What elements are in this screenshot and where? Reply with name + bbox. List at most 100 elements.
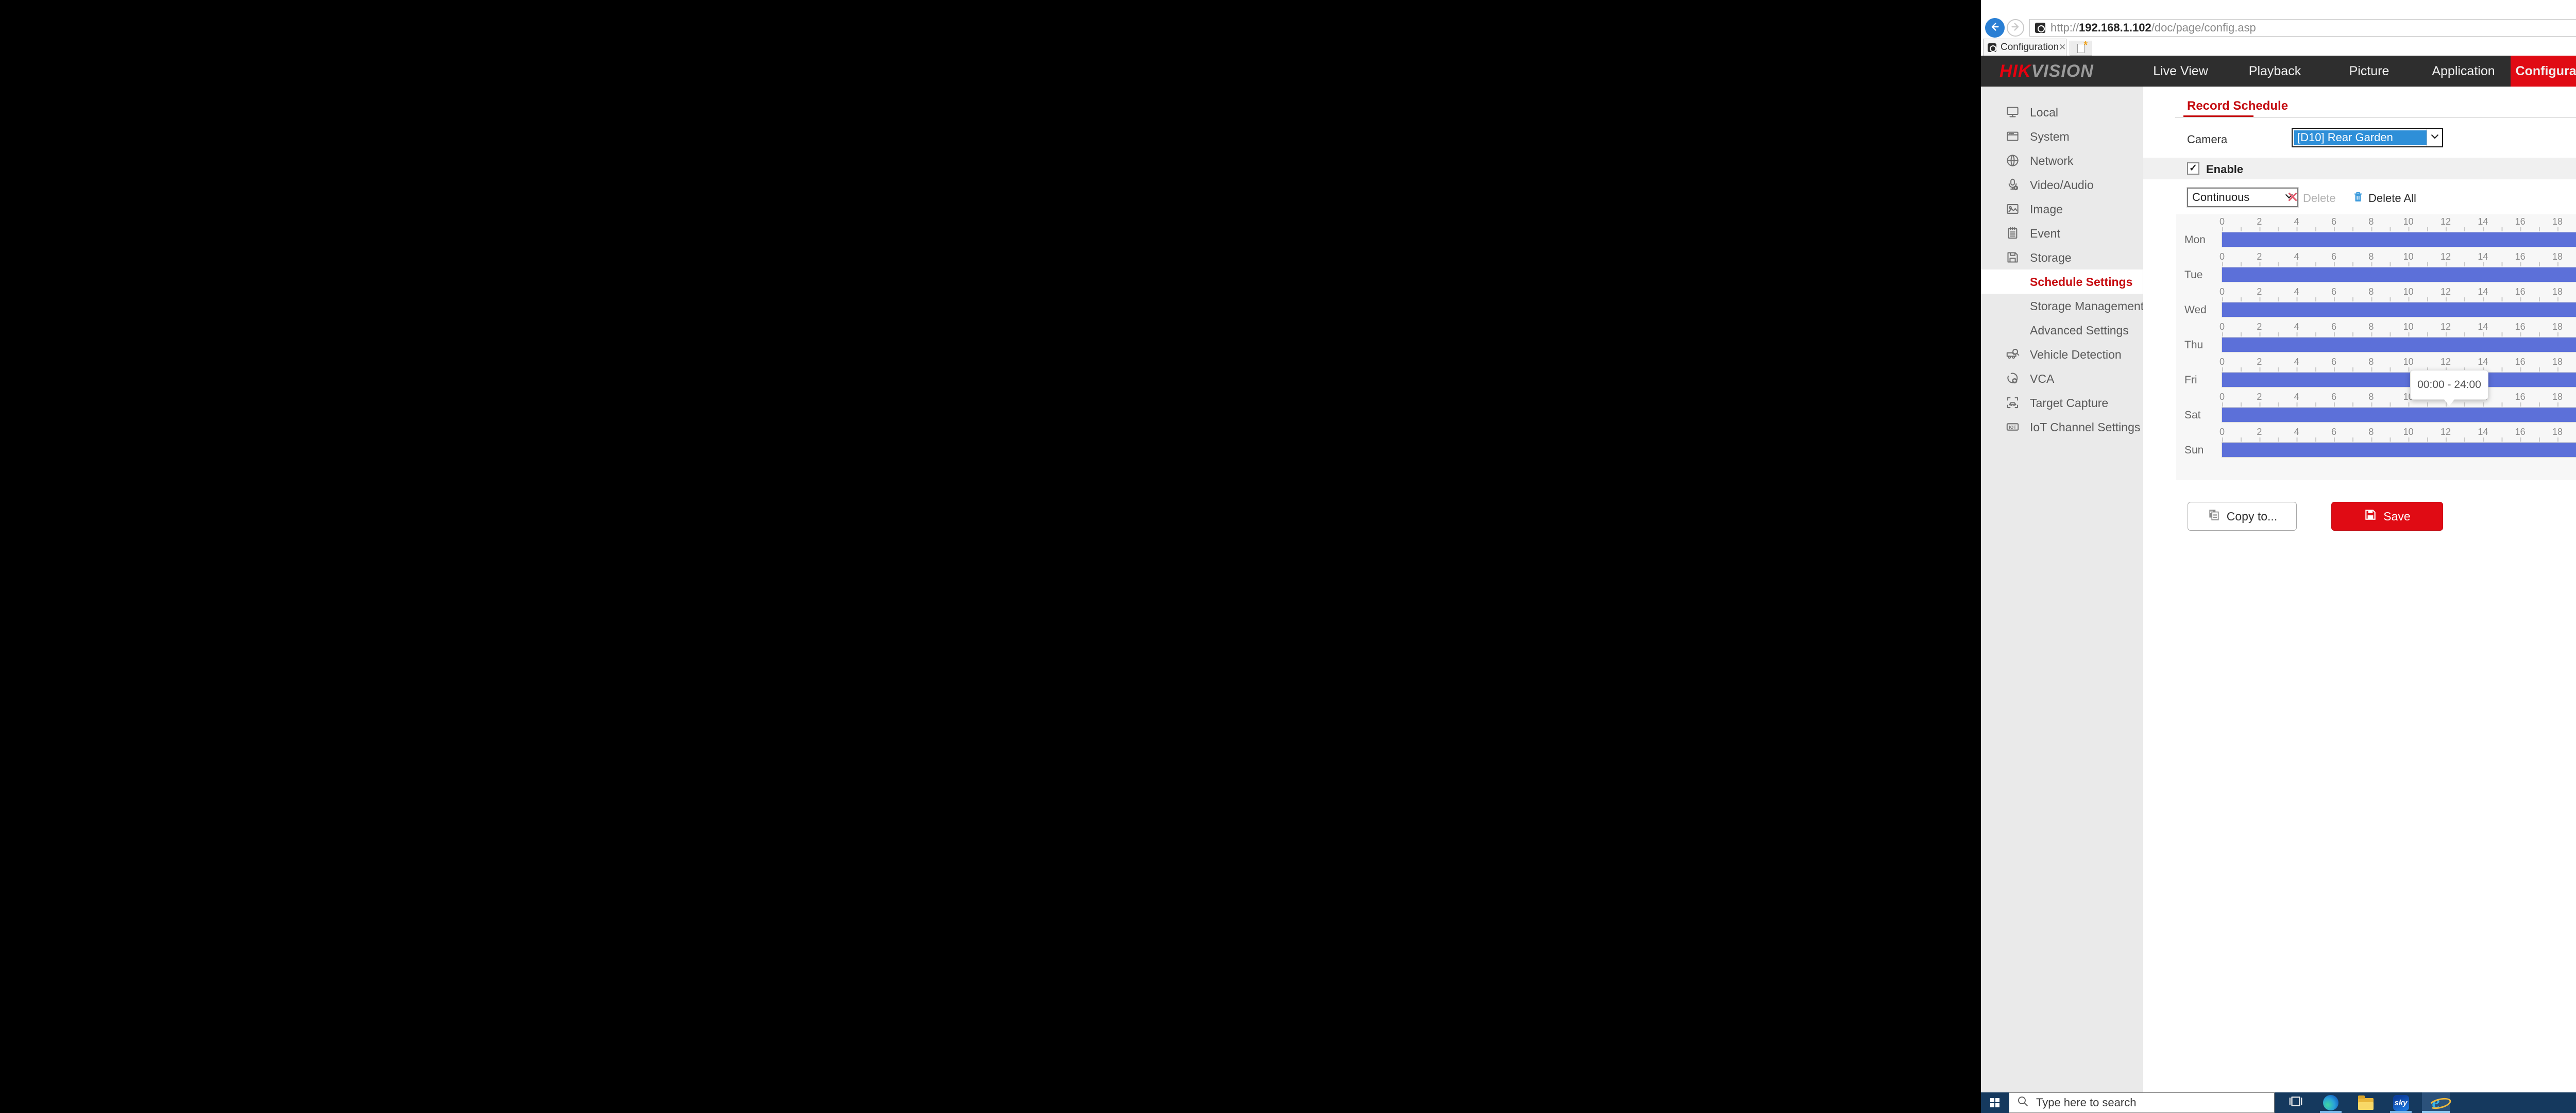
address-bar[interactable]: http://192.168.1.102/doc/page/config.asp xyxy=(2029,19,2576,37)
sidebar-item-label: Image xyxy=(2030,203,2063,216)
hour-label: 16 xyxy=(2515,427,2526,437)
save-button[interactable]: Save xyxy=(2331,502,2443,531)
sidebar-item-system[interactable]: System xyxy=(1981,124,2143,148)
sidebar-item-storage-management[interactable]: Storage Management xyxy=(1981,294,2143,318)
hour-label: 6 xyxy=(2331,392,2336,402)
schedule-track[interactable] xyxy=(2222,442,2576,458)
schedule-segment-continuous[interactable] xyxy=(2222,232,2576,247)
camera-select-arrow[interactable] xyxy=(2427,129,2442,146)
browser-tab[interactable]: Configuration ✕ xyxy=(1983,39,2066,56)
delete-all-button[interactable]: Delete All xyxy=(2352,191,2416,206)
hour-label: 6 xyxy=(2331,357,2336,367)
schedule-segment-continuous[interactable] xyxy=(2222,302,2576,317)
taskbar-search-input[interactable]: Type here to search xyxy=(2009,1092,2275,1113)
delete-x-icon xyxy=(2286,191,2299,206)
hour-label: 8 xyxy=(2368,392,2374,402)
tab-record-schedule[interactable]: Record Schedule xyxy=(2187,99,2288,113)
sidebar-item-network[interactable]: Network xyxy=(1981,148,2143,173)
sky-taskbar-button[interactable]: sky xyxy=(2387,1092,2415,1113)
taskbar-apps: skye xyxy=(2275,1092,2450,1113)
hour-label: 4 xyxy=(2294,357,2299,367)
nav-item-playback[interactable]: Playback xyxy=(2228,56,2322,87)
start-button[interactable] xyxy=(1981,1092,2009,1113)
nav-item-application[interactable]: Application xyxy=(2416,56,2511,87)
sidebar-item-iot-channel-settings[interactable]: IOTIoT Channel Settings xyxy=(1981,415,2143,439)
hour-label: 12 xyxy=(2441,251,2451,262)
sidebar-item-local[interactable]: Local xyxy=(1981,100,2143,124)
schedule-row-wed[interactable]: 024681012141618202224Wed xyxy=(2176,286,2576,322)
sidebar-item-vca[interactable]: VCA xyxy=(1981,366,2143,391)
hour-label: 8 xyxy=(2368,286,2374,297)
sidebar-item-label: Video/Audio xyxy=(2030,178,2094,192)
hour-label: 0 xyxy=(2219,392,2225,402)
tab-close-icon[interactable]: ✕ xyxy=(2059,42,2066,53)
record-type-select[interactable]: Continuous xyxy=(2187,188,2298,207)
new-tab-button[interactable] xyxy=(2070,41,2092,56)
forward-button[interactable] xyxy=(2007,19,2024,37)
schedule-row-thu[interactable]: 024681012141618202224Thu xyxy=(2176,322,2576,357)
schedule-track[interactable] xyxy=(2222,372,2576,387)
schedule-segment-continuous[interactable] xyxy=(2222,267,2576,282)
sidebar-item-label: Storage xyxy=(2030,251,2072,265)
day-label: Tue xyxy=(2184,269,2202,281)
sidebar-item-vehicle-detection[interactable]: Vehicle Detection xyxy=(1981,342,2143,366)
schedule-track[interactable] xyxy=(2222,407,2576,423)
hour-label: 16 xyxy=(2515,216,2526,227)
delete-button[interactable]: Delete xyxy=(2286,191,2336,206)
schedule-row-mon[interactable]: 024681012141618202224Mon xyxy=(2176,216,2576,251)
hour-label: 0 xyxy=(2219,216,2225,227)
schedule-segment-continuous[interactable] xyxy=(2222,443,2576,457)
schedule-track[interactable] xyxy=(2222,302,2576,317)
copy-to-button[interactable]: Copy to... xyxy=(2188,502,2297,531)
schedule-segment-continuous[interactable] xyxy=(2222,338,2576,352)
sidebar-item-target-capture[interactable]: Target Capture xyxy=(1981,391,2143,415)
mic-icon xyxy=(2006,178,2020,192)
nav-item-picture[interactable]: Picture xyxy=(2322,56,2416,87)
new-tab-icon xyxy=(2077,44,2084,53)
globe-icon xyxy=(2006,154,2020,167)
nav-item-configuration[interactable]: Configuration xyxy=(2511,56,2576,87)
back-button[interactable] xyxy=(1985,18,2005,38)
nav-item-live-view[interactable]: Live View xyxy=(2133,56,2228,87)
hour-label: 18 xyxy=(2552,357,2563,367)
schedule-row-sun[interactable]: 024681012141618202224Sun xyxy=(2176,427,2576,462)
schedule-row-fri[interactable]: 024681012141618202224Fri xyxy=(2176,357,2576,392)
tab-divider xyxy=(2175,117,2576,118)
schedule-track[interactable] xyxy=(2222,267,2576,282)
enable-checkbox[interactable]: ✓ xyxy=(2187,162,2199,175)
sidebar-item-video-audio[interactable]: Video/Audio xyxy=(1981,173,2143,197)
sidebar-item-image[interactable]: Image xyxy=(1981,197,2143,221)
day-label: Fri xyxy=(2184,374,2197,386)
schedule-row-sat[interactable]: 024681012141618202224Sat xyxy=(2176,392,2576,427)
hour-label: 18 xyxy=(2552,427,2563,437)
copyright-text: ©2020 Hikvision Digital Technology Co., … xyxy=(2143,1059,2576,1072)
hour-label: 0 xyxy=(2219,322,2225,332)
task-view-taskbar-button[interactable] xyxy=(2282,1092,2310,1113)
internet-explorer-taskbar-button[interactable]: e xyxy=(2422,1092,2450,1113)
sidebar-item-label: Event xyxy=(2030,227,2060,241)
edge-icon xyxy=(2323,1095,2338,1110)
sidebar-item-storage[interactable]: Storage xyxy=(1981,245,2143,269)
sidebar-item-schedule-settings[interactable]: Schedule Settings xyxy=(1981,269,2143,294)
edge-taskbar-button[interactable] xyxy=(2317,1092,2345,1113)
schedule-row-tue[interactable]: 024681012141618202224Tue xyxy=(2176,251,2576,286)
task-view-icon xyxy=(2288,1094,2303,1112)
hour-label: 18 xyxy=(2552,286,2563,297)
file-explorer-taskbar-button[interactable] xyxy=(2352,1092,2380,1113)
schedule-grid[interactable]: 024681012141618202224Mon0246810121416182… xyxy=(2176,214,2576,480)
schedule-segment-continuous[interactable] xyxy=(2222,408,2576,422)
browser-window: http://192.168.1.102/doc/page/config.asp… xyxy=(1981,0,2576,1113)
day-label: Thu xyxy=(2184,339,2203,351)
day-label: Sun xyxy=(2184,444,2204,457)
hour-label: 2 xyxy=(2257,322,2262,332)
forward-icon xyxy=(2010,21,2021,35)
sidebar-item-event[interactable]: Event xyxy=(1981,221,2143,245)
camera-select[interactable]: [D10] Rear Garden xyxy=(2292,128,2443,147)
schedule-segment-continuous[interactable] xyxy=(2222,373,2576,387)
capture-icon xyxy=(2006,396,2020,410)
schedule-track[interactable] xyxy=(2222,232,2576,247)
delete-label: Delete xyxy=(2303,192,2336,205)
sidebar-item-advanced-settings[interactable]: Advanced Settings xyxy=(1981,318,2143,342)
schedule-track[interactable] xyxy=(2222,337,2576,352)
hour-label: 8 xyxy=(2368,427,2374,437)
